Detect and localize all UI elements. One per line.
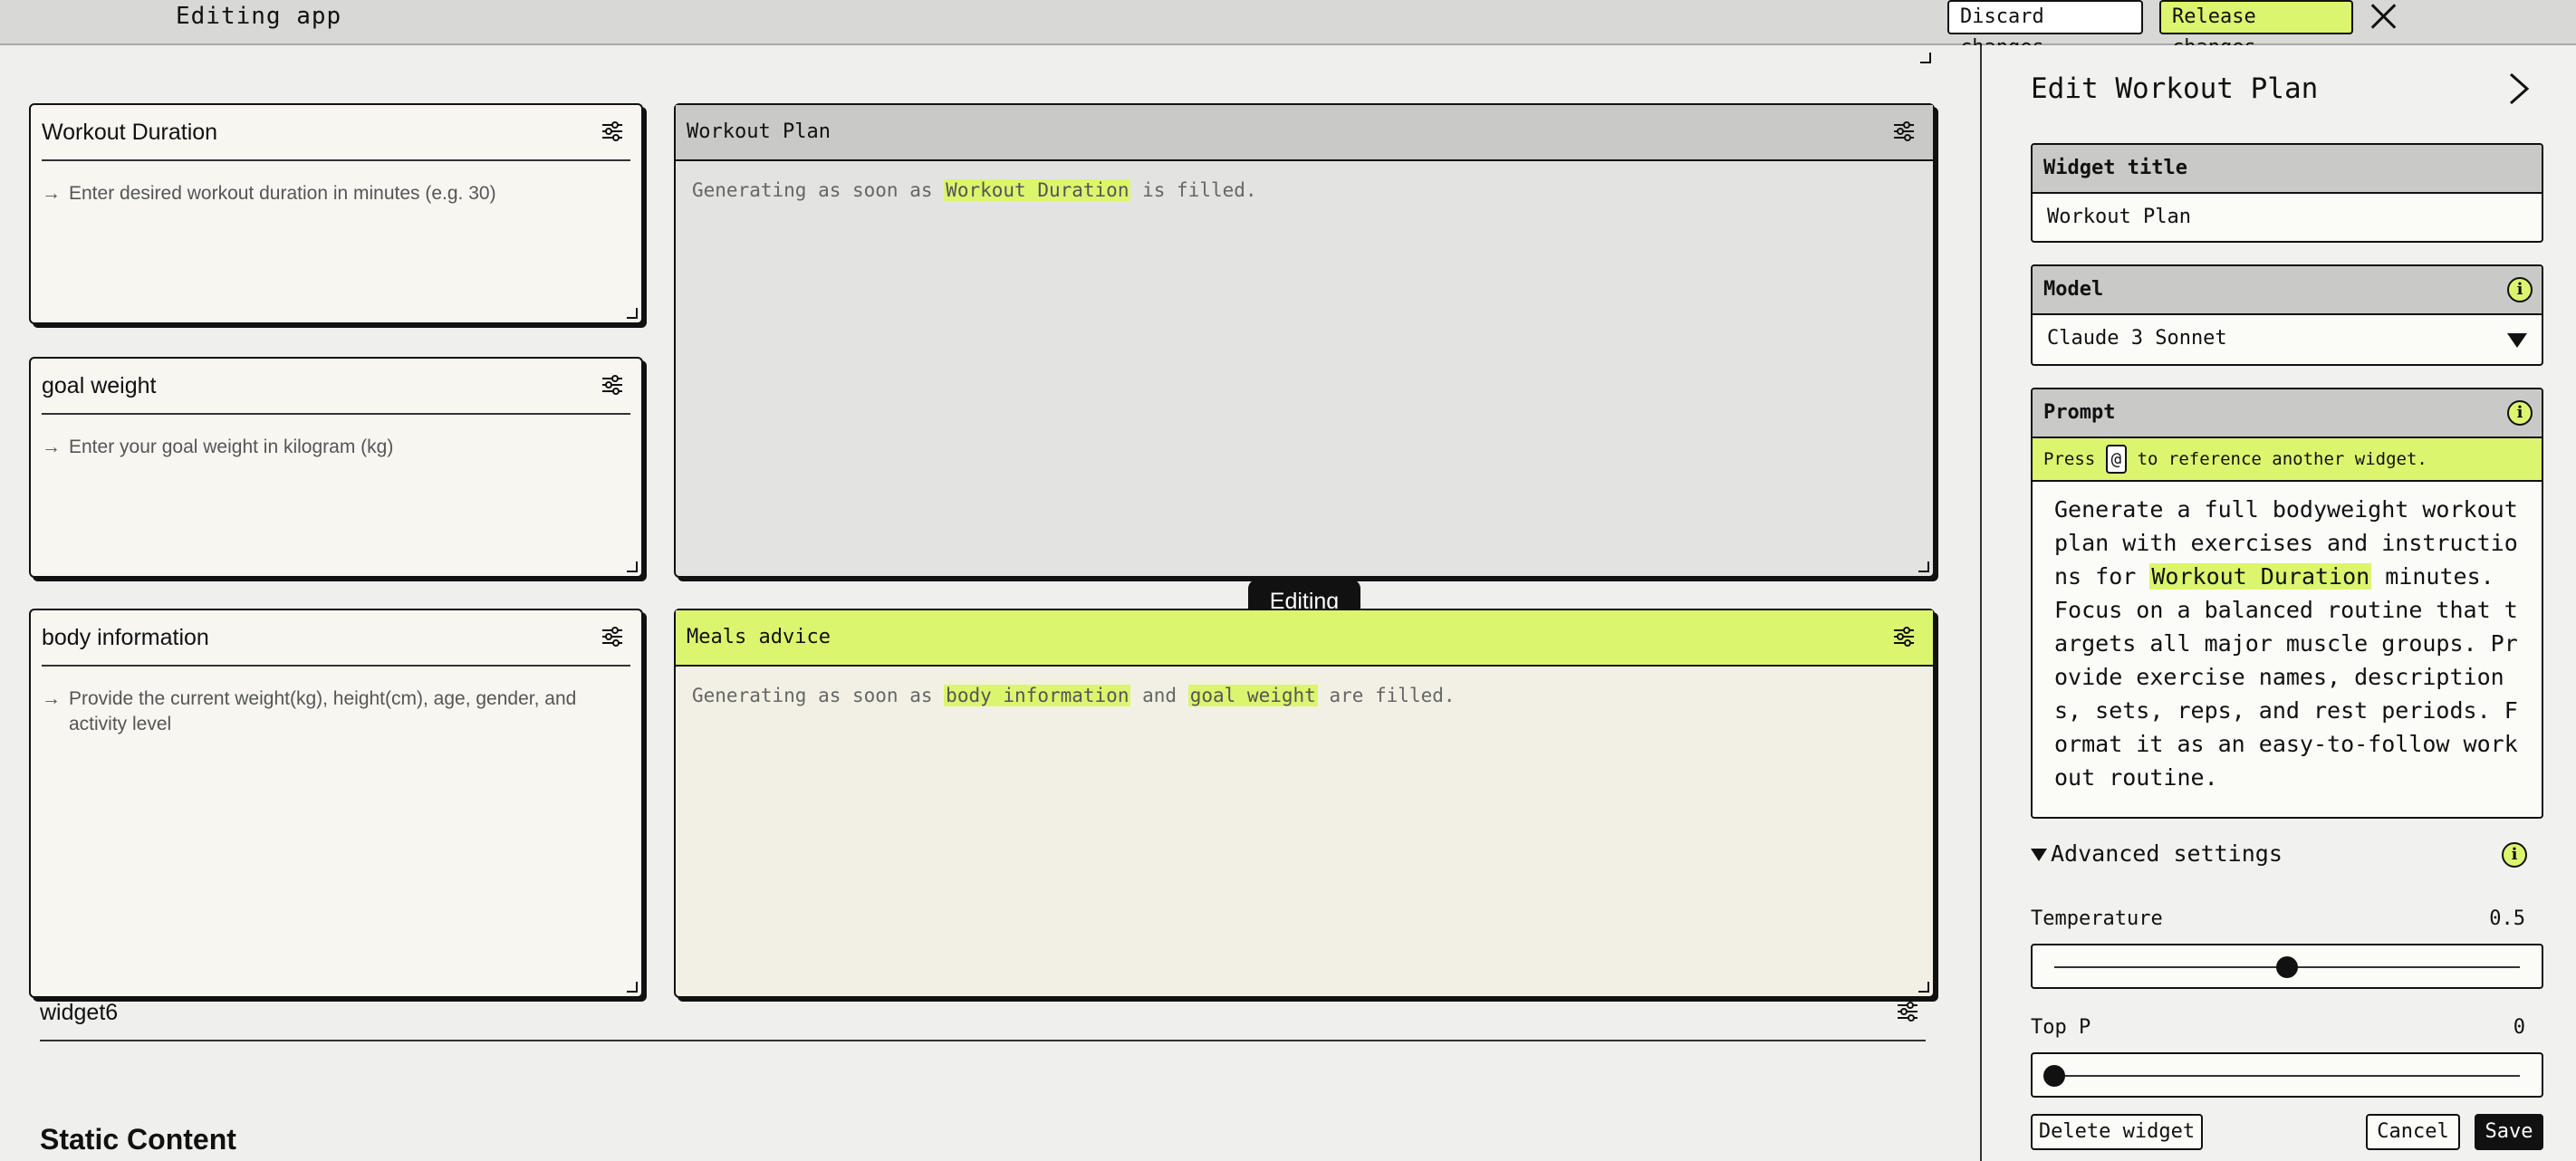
temperature-slider[interactable] — [2031, 944, 2543, 989]
widget-title-group: Widget title Workout Plan — [2031, 143, 2543, 243]
delete-widget-button[interactable]: Delete widget — [2031, 1114, 2203, 1150]
widget-meals-advice[interactable]: Meals advice Generating as soon as body … — [674, 609, 1935, 998]
widget-reference: goal weight — [1187, 685, 1318, 706]
prompt-reference-hint: Press @ to reference another widget. — [2033, 438, 2542, 482]
prompt-text: minutes. Focus on a balanced routine tha… — [2054, 563, 2518, 791]
triangle-down-icon — [2031, 849, 2047, 861]
widget-header: goal weight — [42, 359, 630, 415]
hint-text: to reference another widget. — [2137, 449, 2427, 469]
app-mode-title: Editing app — [176, 3, 342, 30]
widget-workout-duration[interactable]: Workout Duration → Enter desired workout… — [29, 103, 643, 324]
status-joiner: and — [1142, 685, 1177, 706]
model-select[interactable]: Claude 3 Sonnet — [2033, 315, 2542, 362]
sliders-icon[interactable] — [601, 627, 623, 647]
sliders-icon[interactable] — [601, 121, 623, 141]
widget6-title[interactable]: widget6 — [40, 1000, 118, 1026]
resize-handle[interactable] — [627, 982, 638, 993]
group-header: Widget title — [2033, 145, 2542, 194]
static-content-title: Static Content — [40, 1123, 236, 1156]
status-prefix: Generating as soon as — [692, 685, 933, 706]
keyboard-key: @ — [2105, 445, 2128, 474]
release-changes-button[interactable]: Release changes — [2159, 0, 2353, 59]
discard-changes-button[interactable]: Discard changes — [1947, 0, 2143, 59]
resize-handle[interactable] — [627, 308, 638, 319]
generation-status: Generating as soon as Workout Duration i… — [692, 179, 1257, 201]
info-icon[interactable]: i — [2507, 277, 2533, 302]
widget-body-information[interactable]: body information → Provide the current w… — [29, 609, 643, 998]
widget-title-input[interactable]: Workout Plan — [2033, 194, 2542, 241]
temperature-label: Temperature — [2031, 907, 2163, 930]
widget-title: Workout Plan — [687, 120, 831, 143]
hint-text: Enter your goal weight in kilogram (kg) — [69, 437, 394, 457]
group-header: Model i — [2033, 266, 2542, 315]
widget-input-hint[interactable]: → Enter desired workout duration in minu… — [42, 181, 630, 206]
hint-text: Press — [2043, 449, 2096, 469]
widget-title: Meals advice — [687, 626, 831, 648]
top-p-value: 0 — [2513, 1016, 2525, 1039]
widget-reference: body information — [944, 685, 1131, 706]
prompt-textarea[interactable]: Generate a full bodyweight workout plan … — [2033, 482, 2542, 805]
temperature-value: 0.5 — [2489, 907, 2525, 930]
slider-track — [2054, 1075, 2520, 1077]
divider — [40, 1040, 1926, 1041]
save-button[interactable]: Save — [2475, 1114, 2543, 1150]
generation-status: Generating as soon as body information a… — [692, 685, 1456, 706]
chevron-right-icon[interactable] — [2505, 72, 2533, 105]
widget-header: body information — [42, 610, 630, 667]
cancel-button[interactable]: Cancel — [2366, 1114, 2460, 1150]
canvas: Workout Duration → Enter desired workout… — [0, 45, 1980, 1161]
widget-header: Workout Plan — [676, 105, 1933, 161]
close-icon[interactable] — [2369, 2, 2398, 31]
slider-thumb[interactable] — [2043, 1065, 2065, 1087]
status-prefix: Generating as soon as — [692, 179, 933, 201]
sliders-icon[interactable] — [1893, 627, 1915, 647]
sliders-icon[interactable] — [1897, 1002, 1918, 1022]
widget-workout-plan[interactable]: Workout Plan Generating as soon as Worko… — [674, 103, 1935, 578]
info-icon[interactable]: i — [2507, 400, 2533, 426]
widget-title: Workout Duration — [42, 120, 218, 145]
hint-text: Provide the current weight(kg), height(c… — [69, 688, 577, 734]
widget-reference: Workout Duration — [2149, 563, 2372, 590]
arrow-right-icon: → — [42, 183, 61, 204]
advanced-settings-toggle[interactable]: Advanced settings — [2031, 840, 2283, 867]
model-group: Model i Claude 3 Sonnet — [2031, 264, 2543, 366]
prompt-label: Prompt — [2043, 401, 2116, 424]
widget-goal-weight[interactable]: goal weight → Enter your goal weight in … — [29, 357, 643, 578]
widget-title-label: Widget title — [2043, 157, 2187, 179]
status-suffix: is filled. — [1142, 179, 1257, 201]
resize-handle[interactable] — [627, 561, 638, 572]
widget-title: body information — [42, 625, 209, 650]
resize-handle[interactable] — [1918, 561, 1929, 572]
triangle-down-icon[interactable] — [2507, 333, 2527, 348]
arrow-right-icon: → — [42, 437, 61, 457]
panel-title: Edit Workout Plan — [2031, 72, 2319, 105]
widget-reference: Workout Duration — [944, 179, 1131, 201]
top-p-slider[interactable] — [2031, 1052, 2543, 1098]
widget-header: Workout Duration — [42, 105, 630, 161]
resize-handle[interactable] — [1920, 53, 1931, 63]
top-p-label: Top P — [2031, 1016, 2091, 1039]
widget-input-hint[interactable]: → Provide the current weight(kg), height… — [42, 686, 630, 737]
group-header: Prompt i — [2033, 389, 2542, 438]
arrow-right-icon: → — [42, 688, 61, 709]
advanced-settings-label: Advanced settings — [2051, 840, 2283, 867]
info-icon[interactable]: i — [2502, 842, 2527, 868]
sliders-icon[interactable] — [601, 375, 623, 395]
edit-panel: Edit Workout Plan Widget title Workout P… — [1980, 45, 2576, 1161]
model-label: Model — [2043, 278, 2104, 301]
slider-thumb[interactable] — [2276, 956, 2298, 978]
prompt-group: Prompt i Press @ to reference another wi… — [2031, 388, 2543, 819]
hint-text: Enter desired workout duration in minute… — [69, 183, 496, 204]
widget-header: Meals advice — [676, 610, 1933, 667]
top-bar: Editing app Discard changes Release chan… — [0, 0, 2576, 59]
sliders-icon[interactable] — [1893, 121, 1915, 141]
widget-title: goal weight — [42, 373, 157, 398]
widget-input-hint[interactable]: → Enter your goal weight in kilogram (kg… — [42, 435, 630, 460]
resize-handle[interactable] — [1918, 982, 1929, 993]
status-suffix: are filled. — [1329, 685, 1456, 706]
